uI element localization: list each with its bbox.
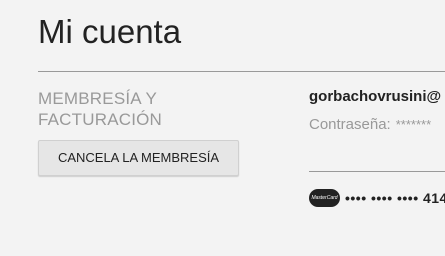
card-number: •••• •••• •••• 414 xyxy=(345,190,445,206)
password-mask: ******* xyxy=(395,117,432,132)
card-brand-label: MasterCard xyxy=(311,195,338,201)
payment-card-row: MasterCard •••• •••• •••• 414 xyxy=(309,187,445,209)
membership-heading: MEMBRESÍA Y FACTURACIÓN xyxy=(38,89,163,129)
mastercard-icon: MasterCard xyxy=(309,189,340,207)
cancel-membership-button[interactable]: CANCELA LA MEMBRESÍA xyxy=(38,140,239,176)
header-divider xyxy=(38,71,445,72)
account-page: Mi cuenta MEMBRESÍA Y FACTURACIÓN CANCEL… xyxy=(0,0,445,256)
account-divider xyxy=(309,171,445,172)
password-label: Contraseña: xyxy=(309,116,391,133)
account-email: gorbachovrusini@ xyxy=(309,88,442,105)
page-title: Mi cuenta xyxy=(38,13,182,50)
password-row: Contraseña: ******* xyxy=(309,116,431,133)
